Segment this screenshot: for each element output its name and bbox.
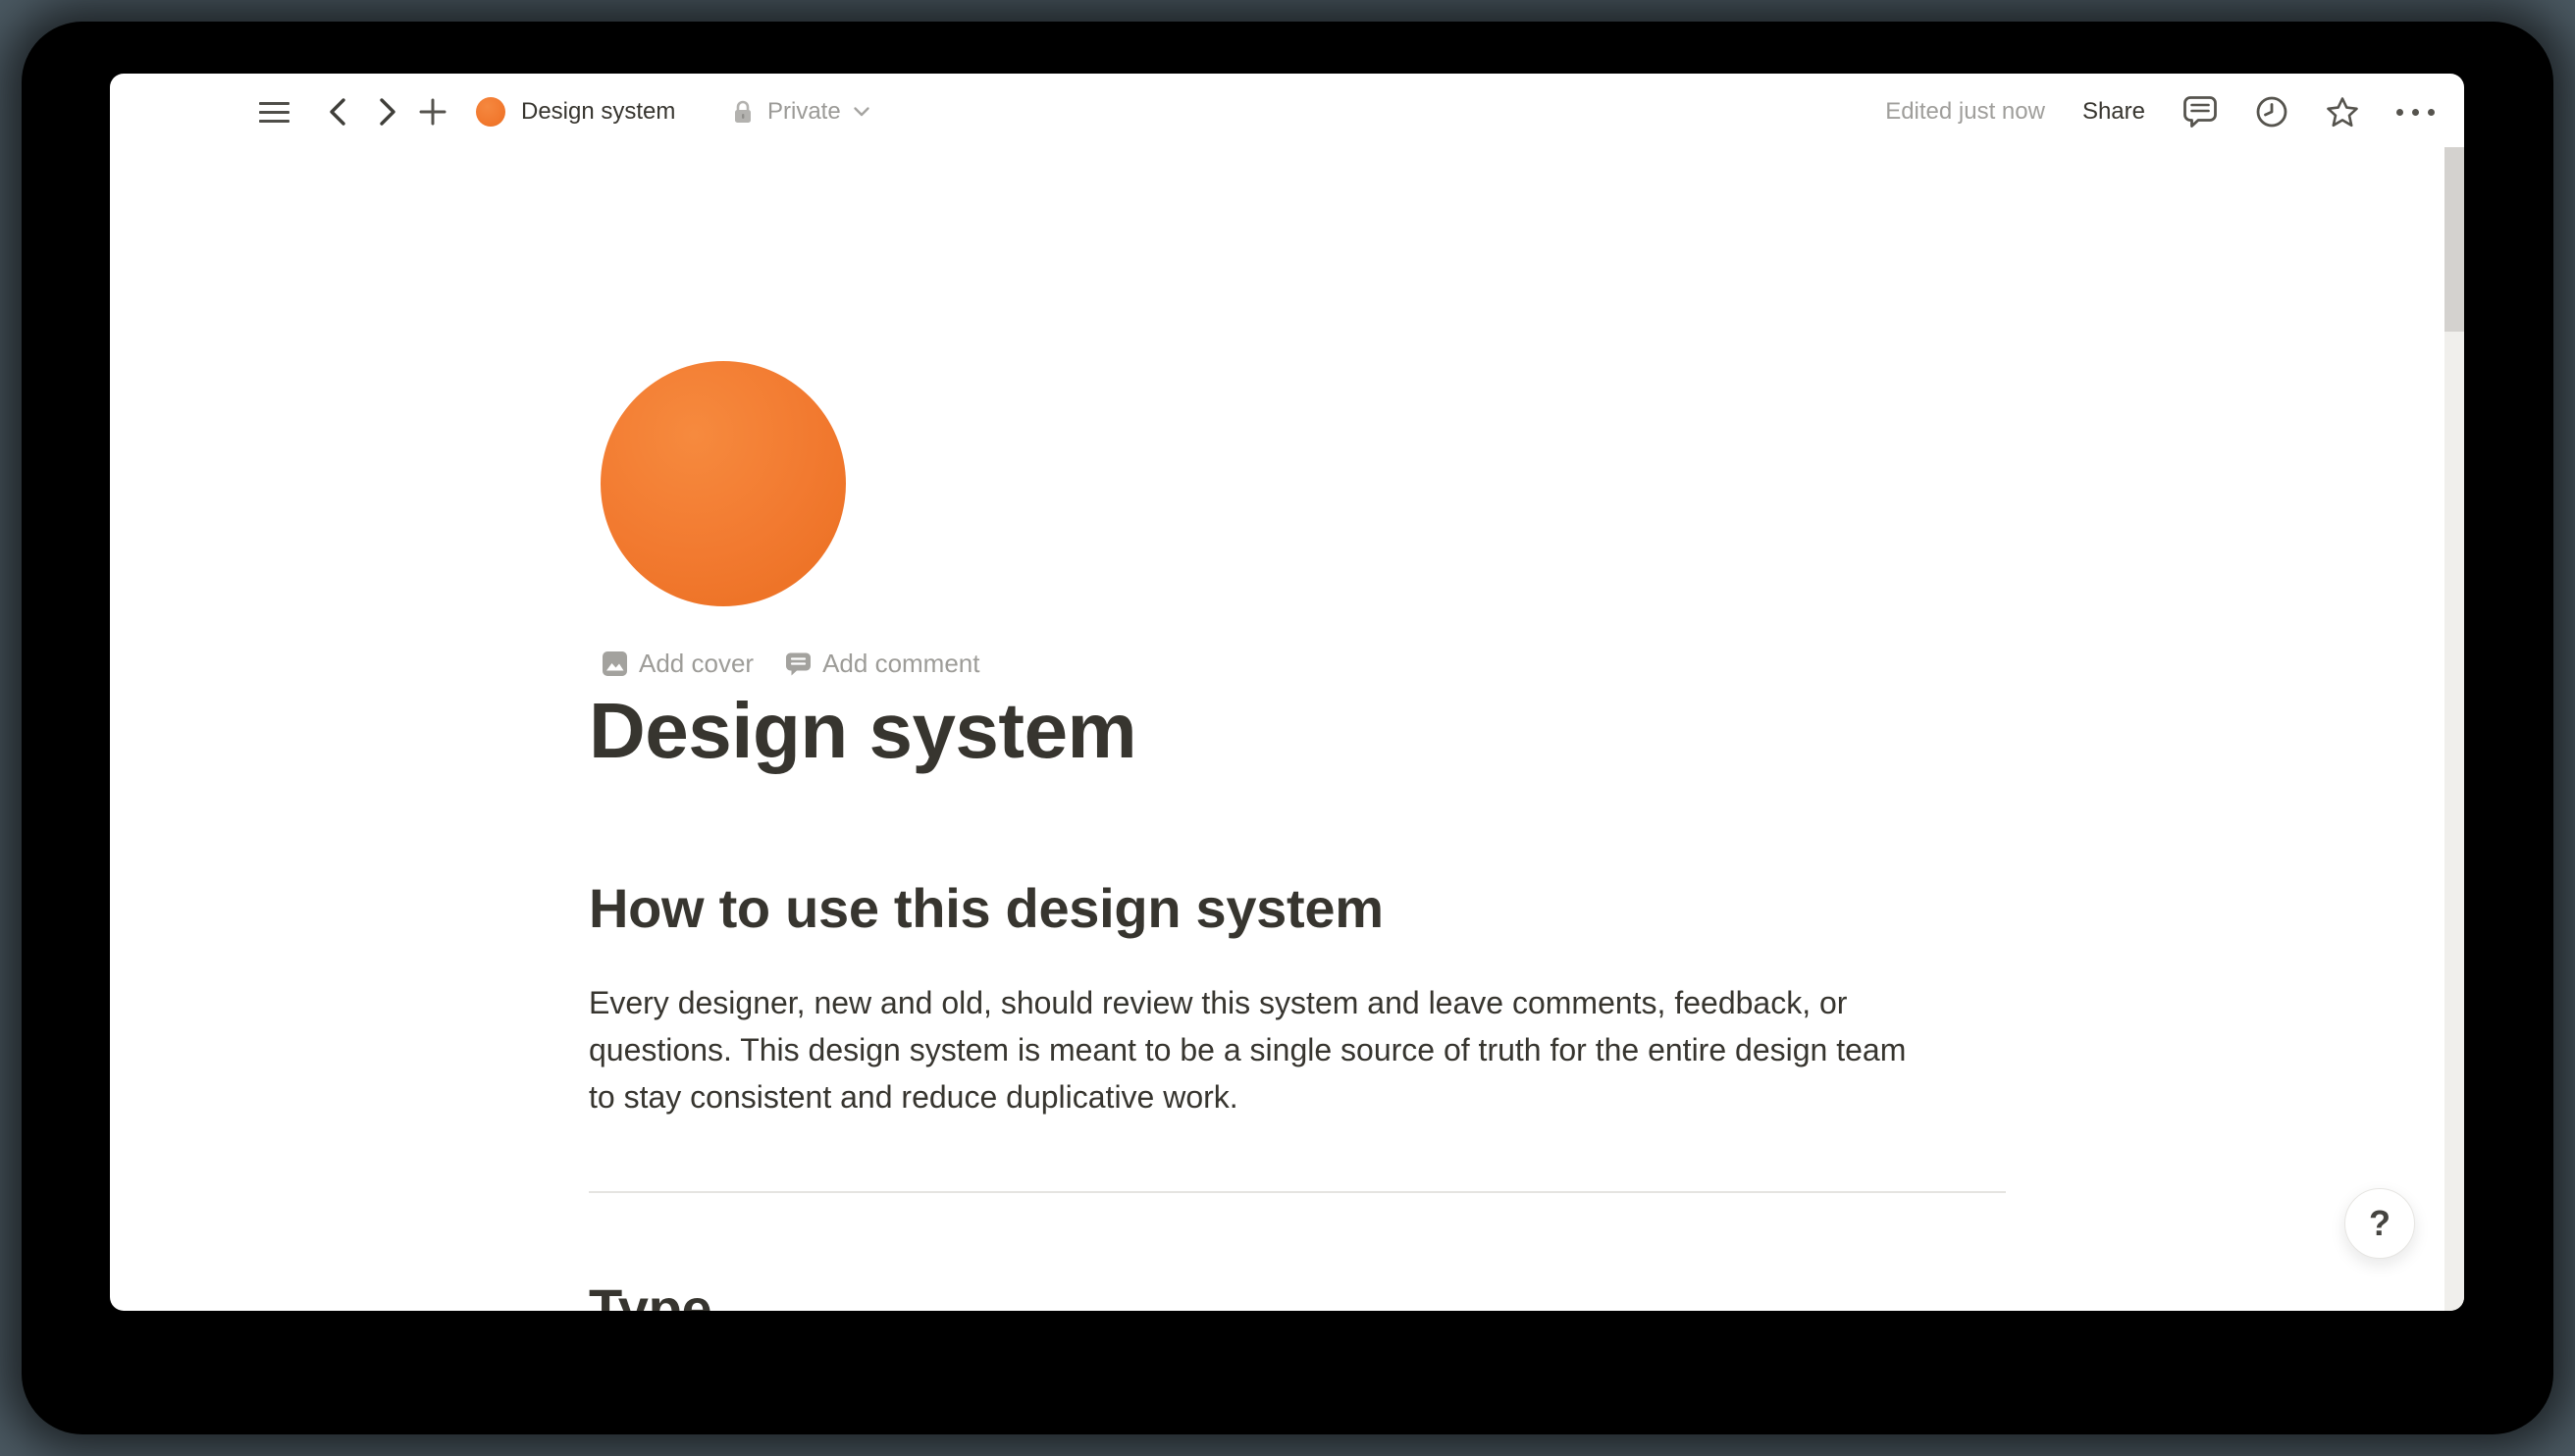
page-actions-row: Add cover Add comment [602, 649, 979, 679]
privacy-label: Private [767, 98, 841, 126]
favorite-button[interactable] [2326, 96, 2359, 129]
chevron-down-icon [853, 106, 870, 118]
lock-icon [730, 99, 756, 127]
more-options-button[interactable] [2396, 109, 2435, 116]
edited-status: Edited just now [1885, 98, 2045, 126]
topbar: Design system Private Edited just now Sh… [110, 74, 2464, 150]
next-section-heading[interactable]: Type [589, 1276, 711, 1311]
topbar-right-group: Edited just now Share [1885, 74, 2464, 150]
sidebar-toggle-button[interactable] [254, 97, 293, 127]
body-paragraph[interactable]: Every designer, new and old, should revi… [589, 979, 1906, 1120]
clock-icon [2255, 95, 2288, 129]
page-emoji-small[interactable] [476, 97, 505, 127]
comment-icon [2182, 95, 2218, 129]
screenshot-stage: Design system Private Edited just now Sh… [0, 0, 2575, 1456]
divider-block [589, 1191, 2006, 1193]
plus-icon [418, 97, 447, 127]
share-button[interactable]: Share [2082, 98, 2145, 126]
add-cover-button[interactable]: Add cover [602, 649, 754, 679]
scrollbar-thumb[interactable] [2444, 147, 2464, 332]
add-cover-label: Add cover [639, 649, 754, 679]
image-icon [602, 650, 628, 677]
comment-filled-icon [785, 651, 812, 677]
hamburger-icon [259, 102, 289, 105]
topbar-page-title[interactable]: Design system [521, 74, 675, 150]
new-page-button[interactable] [416, 97, 449, 127]
comments-button[interactable] [2182, 95, 2218, 129]
updates-button[interactable] [2255, 95, 2288, 129]
chevron-left-icon [326, 97, 349, 127]
page-emoji-large[interactable] [601, 361, 846, 606]
paragraph-line: Every designer, new and old, should revi… [589, 979, 1906, 1026]
privacy-dropdown[interactable]: Private [767, 74, 870, 150]
paragraph-line: to stay consistent and reduce duplicativ… [589, 1073, 1906, 1120]
paragraph-line: questions. This design system is meant t… [589, 1026, 1906, 1073]
star-icon [2326, 96, 2359, 129]
help-button[interactable]: ? [2344, 1188, 2415, 1259]
nav-back-button[interactable] [322, 99, 353, 125]
notion-window: Design system Private Edited just now Sh… [110, 74, 2464, 1311]
nav-forward-button[interactable] [372, 99, 403, 125]
add-comment-button[interactable]: Add comment [785, 649, 979, 679]
ellipsis-icon [2396, 109, 2403, 116]
section-heading[interactable]: How to use this design system [589, 876, 1384, 940]
chevron-right-icon [376, 97, 399, 127]
page-title[interactable]: Design system [589, 686, 1136, 776]
add-comment-label: Add comment [822, 649, 979, 679]
